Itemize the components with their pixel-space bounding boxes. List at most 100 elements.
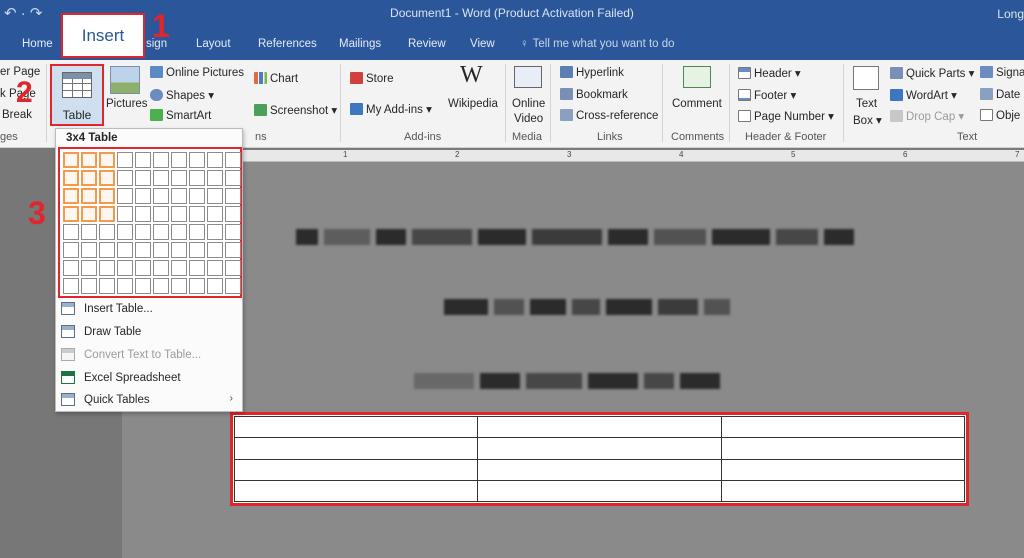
- smartart-button[interactable]: SmartArt: [150, 109, 211, 122]
- table-grid-cell[interactable]: [117, 278, 133, 294]
- table-grid-cell[interactable]: [189, 278, 205, 294]
- table-cell[interactable]: [720, 479, 966, 503]
- table-grid-cell[interactable]: [117, 188, 133, 204]
- table-grid-cell[interactable]: [135, 278, 151, 294]
- table-grid-cell[interactable]: [225, 152, 241, 168]
- table-grid-cell[interactable]: [171, 260, 187, 276]
- table-grid-cell[interactable]: [117, 260, 133, 276]
- quick-tables-menu-item[interactable]: Quick Tables ›: [61, 393, 239, 415]
- table-cell[interactable]: [720, 437, 966, 460]
- wikipedia-button[interactable]: Wikipedia: [448, 98, 498, 110]
- table-grid-cell[interactable]: [63, 260, 79, 276]
- table-grid-cell[interactable]: [81, 152, 97, 168]
- table-grid-cell[interactable]: [81, 260, 97, 276]
- table-grid-cell[interactable]: [153, 188, 169, 204]
- table-cell[interactable]: [720, 415, 966, 439]
- convert-text-to-table-menu-item[interactable]: Convert Text to Table...: [61, 348, 239, 370]
- tell-me-search[interactable]: ♀ Tell me what you want to do: [520, 38, 675, 50]
- table-grid-cell[interactable]: [81, 278, 97, 294]
- table-grid-cell[interactable]: [153, 206, 169, 222]
- table-grid-cell[interactable]: [189, 188, 205, 204]
- table-cell[interactable]: [477, 415, 722, 439]
- table-cell[interactable]: [233, 479, 479, 503]
- table-grid-cell[interactable]: [99, 224, 115, 240]
- table-grid-cell[interactable]: [63, 278, 79, 294]
- table-grid-cell[interactable]: [81, 170, 97, 186]
- table-grid-cell[interactable]: [225, 242, 241, 258]
- table-button[interactable]: Table: [50, 64, 104, 126]
- table-grid-cell[interactable]: [63, 170, 79, 186]
- table-grid-cell[interactable]: [189, 224, 205, 240]
- screenshot-button[interactable]: Screenshot ▾: [254, 103, 337, 117]
- table-grid-cell[interactable]: [63, 152, 79, 168]
- table-grid-cell[interactable]: [225, 278, 241, 294]
- footer-button[interactable]: Footer ▾: [738, 88, 796, 102]
- pictures-button[interactable]: Pictures: [106, 98, 148, 110]
- table-grid-cell[interactable]: [81, 206, 97, 222]
- bookmark-button[interactable]: Bookmark: [560, 88, 628, 101]
- table-grid-cell[interactable]: [189, 260, 205, 276]
- tab-view[interactable]: View: [470, 38, 495, 50]
- table-grid-cell[interactable]: [63, 206, 79, 222]
- table-grid-cell[interactable]: [171, 188, 187, 204]
- store-button[interactable]: Store: [350, 72, 394, 85]
- online-pictures-button[interactable]: Online Pictures: [150, 66, 244, 79]
- wordart-button[interactable]: WordArt ▾: [890, 88, 957, 102]
- table-grid-cell[interactable]: [135, 260, 151, 276]
- table-grid-cell[interactable]: [153, 242, 169, 258]
- table-grid-cell[interactable]: [189, 152, 205, 168]
- my-addins-button[interactable]: My Add-ins ▾: [350, 102, 432, 116]
- table-grid-cell[interactable]: [207, 224, 223, 240]
- table-grid-cell[interactable]: [117, 224, 133, 240]
- tab-references[interactable]: References: [258, 38, 317, 50]
- shapes-button[interactable]: Shapes ▾: [150, 88, 214, 102]
- table-grid-cell[interactable]: [207, 206, 223, 222]
- table-grid-cell[interactable]: [135, 152, 151, 168]
- table-grid-cell[interactable]: [63, 188, 79, 204]
- tab-insert[interactable]: Insert: [61, 13, 145, 58]
- table-grid-cell[interactable]: [99, 278, 115, 294]
- tab-home[interactable]: Home: [22, 38, 53, 50]
- table-grid-cell[interactable]: [135, 188, 151, 204]
- table-grid-cell[interactable]: [135, 242, 151, 258]
- date-button[interactable]: Date: [980, 88, 1020, 101]
- text-box-button-line2[interactable]: Box ▾: [853, 113, 882, 127]
- table-grid-cell[interactable]: [63, 242, 79, 258]
- page-break-button[interactable]: Break: [2, 109, 32, 121]
- signature-button[interactable]: Signa: [980, 66, 1024, 79]
- table-grid-cell[interactable]: [99, 152, 115, 168]
- horizontal-ruler[interactable]: 1 2 3 4 5 6 7: [243, 150, 1024, 162]
- inserted-table[interactable]: [230, 412, 969, 506]
- table-grid-cell[interactable]: [99, 242, 115, 258]
- table-cell[interactable]: [233, 415, 479, 439]
- page-number-button[interactable]: Page Number ▾: [738, 109, 834, 123]
- table-grid-cell[interactable]: [135, 206, 151, 222]
- table-grid-cell[interactable]: [117, 152, 133, 168]
- table-grid-cell[interactable]: [153, 170, 169, 186]
- table-grid-cell[interactable]: [171, 278, 187, 294]
- table-grid-cell[interactable]: [225, 188, 241, 204]
- table-grid-cell[interactable]: [81, 224, 97, 240]
- table-grid-cell[interactable]: [99, 170, 115, 186]
- table-grid-cell[interactable]: [171, 242, 187, 258]
- table-cell[interactable]: [720, 458, 966, 481]
- table-grid-cell[interactable]: [63, 224, 79, 240]
- table-grid-cell[interactable]: [153, 278, 169, 294]
- table-grid-cell[interactable]: [135, 224, 151, 240]
- comment-button[interactable]: Comment: [672, 98, 722, 110]
- table-cell[interactable]: [477, 458, 722, 481]
- table-grid-cell[interactable]: [153, 260, 169, 276]
- table-grid-cell[interactable]: [207, 170, 223, 186]
- table-grid-cell[interactable]: [207, 242, 223, 258]
- table-grid-cell[interactable]: [171, 206, 187, 222]
- hyperlink-button[interactable]: Hyperlink: [560, 66, 624, 79]
- table-grid-cell[interactable]: [225, 206, 241, 222]
- tab-mailings[interactable]: Mailings: [339, 38, 381, 50]
- object-button[interactable]: Obje: [980, 109, 1020, 122]
- table-grid-cell[interactable]: [189, 206, 205, 222]
- table-grid-cell[interactable]: [225, 224, 241, 240]
- user-name[interactable]: Long: [997, 7, 1024, 21]
- table-grid-cell[interactable]: [225, 170, 241, 186]
- table-grid-cell[interactable]: [99, 260, 115, 276]
- quick-parts-button[interactable]: Quick Parts ▾: [890, 66, 974, 80]
